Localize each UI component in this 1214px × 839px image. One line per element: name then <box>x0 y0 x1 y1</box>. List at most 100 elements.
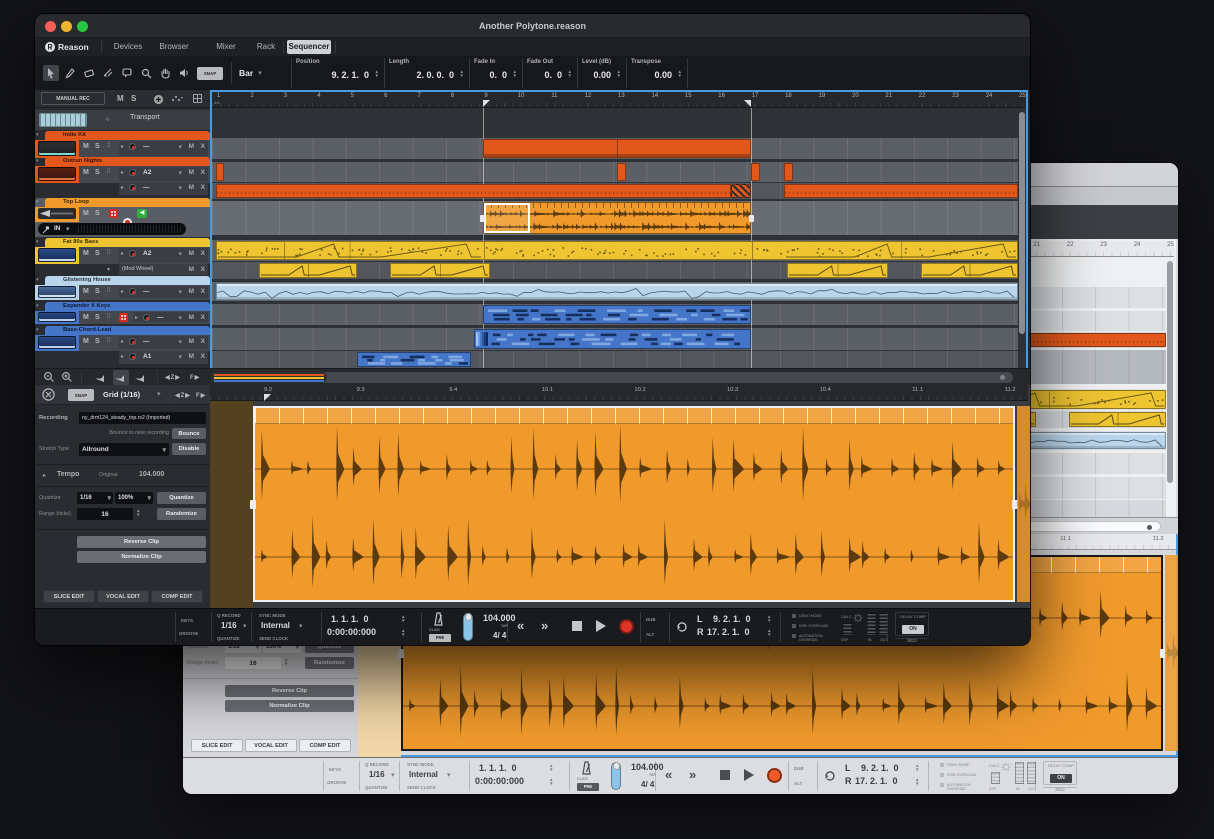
clip-outrun-long2[interactable] <box>784 184 1018 198</box>
alt-label[interactable]: ALT <box>646 632 654 637</box>
target-value[interactable]: — <box>143 288 150 295</box>
nav-tab-devices[interactable]: Devices <box>107 40 149 54</box>
q-record-value[interactable]: 1/16 <box>221 621 237 630</box>
pre-button[interactable]: PRE <box>577 783 599 791</box>
mute-button[interactable]: M <box>83 143 89 150</box>
clip-mod-wheel-automation[interactable] <box>787 263 888 278</box>
lane-mute[interactable]: M <box>189 184 194 191</box>
lane-mute[interactable]: M <box>189 314 194 321</box>
randomize-button[interactable]: Randomize <box>305 657 354 669</box>
main-window[interactable]: Another Polytone.reasonReasonDevicesBrow… <box>35 14 1030 645</box>
range-ticks-field[interactable]: 16 <box>225 657 281 669</box>
lane-mute[interactable]: M <box>189 338 194 345</box>
clip-mod-wheel-automation[interactable] <box>259 263 357 278</box>
monitor-icon[interactable]: ◀ <box>137 209 147 218</box>
play-button[interactable] <box>744 769 754 781</box>
tempo-value[interactable]: 104.000 <box>631 762 664 772</box>
dice-icon[interactable] <box>109 209 118 218</box>
track-glistening-house[interactable]: ▾Glistening HouseMS⁞⁞▸—MX <box>35 276 210 300</box>
lane-delete[interactable]: X <box>201 266 205 273</box>
nav-tab-browser[interactable]: Browser <box>153 40 195 54</box>
stepper-control[interactable]: ▲▼ <box>767 629 771 637</box>
stepper-control[interactable]: ▲▼ <box>284 658 288 666</box>
stepper-control[interactable]: ▲▼ <box>375 70 379 78</box>
track-outrun-nights[interactable]: ▾Outrun NightsMS⁞⁞▸A2MX▸—MX <box>35 157 210 197</box>
track-name-tab[interactable]: Indie Kit <box>45 131 210 140</box>
stepper-control[interactable]: ▲▼ <box>617 70 621 78</box>
record-arm-icon[interactable] <box>129 353 136 360</box>
alt-label[interactable]: ALT <box>794 781 802 786</box>
quantize-enable-label[interactable]: QUANTIZE <box>365 785 387 790</box>
pencil-line-tool[interactable] <box>93 370 109 386</box>
send-clock-label[interactable]: SEND CLOCK <box>259 636 288 641</box>
time-signature-value[interactable]: 4/ 4 <box>641 780 654 789</box>
stepper-control[interactable]: ▲▼ <box>136 509 140 517</box>
tempo-value[interactable]: 104.000 <box>483 613 516 623</box>
loop-start-marker[interactable] <box>483 100 490 107</box>
target-value[interactable]: — <box>143 184 150 191</box>
delay-comp-on-button[interactable]: ON <box>1050 774 1072 783</box>
track-fat-80s-bass[interactable]: ▾Fat 80s BassMS⁞⁞▸A2MX(Mod Wheel)MX▾ <box>35 238 210 277</box>
manual-rec-button[interactable]: MANUAL REC <box>41 92 105 105</box>
add-track-button[interactable] <box>153 94 164 105</box>
clip-mod-wheel-automation[interactable] <box>1069 412 1166 427</box>
scrollbar-thumb[interactable] <box>211 372 327 383</box>
lane-delete[interactable]: X <box>201 184 205 191</box>
position-bars[interactable]: 1. 1. 1. 0 <box>479 763 517 773</box>
waveform-editor[interactable]: 9.29.39.410.110.210.310.411.111.24/4 <box>210 385 1030 608</box>
record-arm-icon[interactable] <box>129 250 136 257</box>
razor-tool[interactable] <box>100 65 116 81</box>
clip-left-handle[interactable] <box>250 500 256 509</box>
solo-button[interactable]: S <box>95 143 100 150</box>
tag-tool[interactable] <box>119 65 135 81</box>
field-value[interactable]: 0. 0 <box>544 70 562 80</box>
loop-right-value[interactable]: 17. 2. 1. 0 <box>855 776 898 786</box>
quantize-enable-label[interactable]: QUANTIZE <box>217 636 239 641</box>
vertical-scrollbar[interactable] <box>1019 112 1025 334</box>
stop-button[interactable] <box>720 770 730 780</box>
clip-bass-chord-lead-2[interactable] <box>357 352 471 367</box>
field-value[interactable]: 0. 0 <box>489 70 507 80</box>
loop-left-value[interactable]: 9. 2. 1. 0 <box>713 614 751 624</box>
scrollbar-dot[interactable] <box>1000 375 1005 380</box>
loop-end-marker[interactable] <box>744 100 751 107</box>
stepper-control[interactable]: ▲▼ <box>513 70 517 78</box>
solo-button[interactable]: S <box>95 169 100 176</box>
record-arm-icon[interactable] <box>129 143 136 150</box>
zoom-z-control[interactable]: ◀Z▶ <box>175 392 191 399</box>
target-value[interactable]: — <box>143 143 150 150</box>
stepper-control[interactable]: ▲▼ <box>460 70 464 78</box>
mute-button[interactable]: M <box>83 169 89 176</box>
zoom-z-control[interactable]: ◀Z▶ <box>165 374 181 381</box>
send-clock-label[interactable]: SEND CLOCK <box>407 785 436 790</box>
track-top-loop[interactable]: ▾Top LoopMS◀IN <box>35 198 210 237</box>
mag-tool[interactable] <box>138 65 154 81</box>
snap-toggle[interactable]: SNAP <box>197 67 223 80</box>
loop-button[interactable] <box>675 621 689 633</box>
clip-right-handle[interactable] <box>749 215 754 222</box>
lane-delete[interactable]: X <box>201 338 205 345</box>
edit-tab-slice-edit[interactable]: SLICE EDIT <box>43 590 95 603</box>
slider-knob[interactable] <box>465 613 472 621</box>
lane-delete[interactable]: X <box>201 288 205 295</box>
slider-knob[interactable] <box>613 762 620 770</box>
clip-left-handle[interactable] <box>480 215 485 222</box>
track-indie-kit[interactable]: ▾Indie KitMS⁞⁞▸—MX <box>35 131 210 158</box>
grid-icon[interactable] <box>193 94 202 103</box>
field-value[interactable]: 2. 0. 0. 0 <box>416 70 454 80</box>
record-button[interactable] <box>767 768 782 783</box>
play-button[interactable] <box>596 620 606 632</box>
lane-mute[interactable]: M <box>189 250 194 257</box>
expand-arrow-icon[interactable]: ▸ <box>43 472 46 479</box>
spk-tool[interactable] <box>176 65 192 81</box>
solo-button[interactable]: S <box>95 338 100 345</box>
mute-button[interactable]: M <box>83 314 89 321</box>
stepper-control[interactable]: ▲▼ <box>678 70 682 78</box>
track-name-tab[interactable]: Top Loop <box>45 198 210 207</box>
clip-mod-wheel-automation[interactable] <box>921 263 1018 278</box>
clip-top-loop[interactable] <box>483 202 750 234</box>
click-level-slider[interactable] <box>463 613 473 641</box>
nav-tab-sequencer[interactable]: Sequencer <box>287 40 331 54</box>
stepper-control[interactable]: ▲▼ <box>767 615 771 623</box>
snap-toggle[interactable]: SNAP <box>68 389 94 401</box>
